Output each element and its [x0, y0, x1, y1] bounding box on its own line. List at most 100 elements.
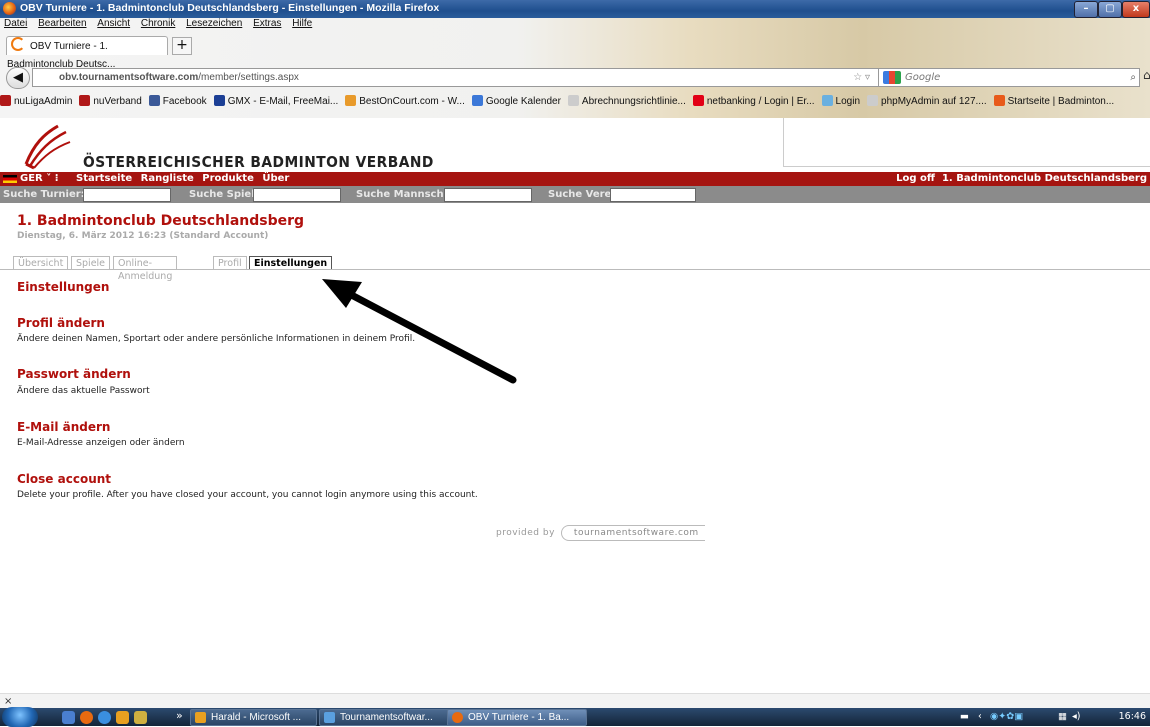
menu-bar: Datei Bearbeiten Ansicht Chronik Lesezei… — [0, 18, 316, 32]
bookmark-item[interactable]: Login — [821, 95, 860, 107]
minimize-button[interactable]: – — [1074, 1, 1098, 18]
bookmark-item[interactable]: Abrechnungsrichtlinie... — [567, 95, 686, 107]
show-desktop-icon[interactable] — [62, 711, 75, 724]
email-aendern-desc: E-Mail-Adresse anzeigen oder ändern — [17, 438, 185, 448]
bookmark-item[interactable]: Google Kalender — [471, 95, 561, 107]
bookmark-icon — [79, 95, 91, 106]
task-outlook-label: Harald - Microsoft ... — [211, 712, 302, 723]
bookmark-item[interactable]: nuVerband — [79, 95, 142, 107]
nav-ueber[interactable]: Über — [262, 173, 289, 184]
back-button[interactable]: ◀ — [6, 67, 30, 89]
language-select[interactable]: GER ˅ ⁝ — [20, 172, 59, 186]
search-spieler-input[interactable] — [253, 188, 341, 202]
tab-strip: OBV Turniere - 1. Badmintonclub Deutsc..… — [0, 33, 1150, 70]
tab-spiele[interactable]: Spiele — [71, 256, 111, 270]
tab-einstellungen[interactable]: Einstellungen — [249, 256, 333, 270]
page-title: 1. Badmintonclub Deutschlandsberg — [17, 213, 305, 229]
bookmark-label: nuVerband — [93, 96, 142, 107]
maximize-button[interactable]: ▢ — [1098, 1, 1122, 18]
bookmark-item[interactable]: nuLigaAdmin — [0, 95, 72, 107]
taskbar: » Harald - Microsoft ... Tournamentsoftw… — [0, 707, 1150, 727]
bookmark-item[interactable]: GMX - E-Mail, FreeMai... — [213, 95, 339, 107]
bookmark-icon — [148, 95, 160, 106]
firefox-quicklaunch-icon[interactable] — [80, 711, 93, 724]
tab-online-anmeldung[interactable]: Online-Anmeldung — [113, 256, 178, 282]
tab-profil[interactable]: Profil — [213, 256, 247, 270]
home-icon[interactable]: ⌂ — [1143, 68, 1150, 82]
bookmark-item[interactable]: BestOnCourt.com - W... — [345, 95, 465, 107]
task-outlook[interactable]: Harald - Microsoft ... — [190, 709, 317, 726]
bookmark-item[interactable]: Startseite | Badminton... — [993, 95, 1115, 107]
ie-quicklaunch-icon[interactable] — [98, 711, 111, 724]
search-mannschaft-input[interactable] — [444, 188, 532, 202]
bookmark-icon — [867, 95, 879, 106]
more-quicklaunch-icon[interactable]: » — [176, 709, 183, 722]
annotation-arrow-icon — [322, 279, 517, 384]
provider-logo[interactable]: tournamentsoftware.com — [560, 525, 705, 541]
email-aendern-link[interactable]: E-Mail ändern — [17, 420, 110, 434]
provided-by-footer: provided by tournamentsoftware.com — [496, 525, 705, 541]
profil-aendern-link[interactable]: Profil ändern — [17, 316, 105, 330]
search-icon[interactable]: ⌕ — [1130, 69, 1136, 86]
window-title: OBV Turniere - 1. Badmintonclub Deutschl… — [20, 2, 440, 14]
close-window-button[interactable]: x — [1122, 1, 1150, 18]
provided-by-label: provided by — [496, 528, 555, 538]
browser-tab-active[interactable]: OBV Turniere - 1. Badmintonclub Deutsc..… — [6, 36, 168, 70]
thunderbird-quicklaunch-icon[interactable] — [116, 711, 129, 724]
bookmark-label: Startseite | Badminton... — [1007, 96, 1115, 107]
settings-heading: Einstellungen — [17, 280, 110, 294]
bookmark-item[interactable]: netbanking / Login | Er... — [692, 95, 815, 107]
task-tournamentsoftware[interactable]: Tournamentsoftwar... — [319, 709, 456, 726]
bookmark-icon — [213, 95, 225, 106]
close-account-link[interactable]: Close account — [17, 472, 111, 486]
url-bar[interactable]: obv.tournamentsoftware.com/member/settin… — [32, 68, 899, 87]
tray-expand-icon[interactable]: ‹ — [978, 708, 982, 726]
new-tab-button[interactable]: + — [172, 37, 192, 55]
url-path: /member/settings.aspx — [198, 72, 299, 83]
search-turnier-input[interactable] — [83, 188, 171, 202]
menu-datei[interactable]: Datei — [4, 18, 27, 29]
tray-apps-icon[interactable]: ◉✦✿▣ — [990, 708, 1023, 726]
nav-produkte[interactable]: Produkte — [202, 173, 254, 184]
tournamentsoftware-icon — [324, 712, 335, 723]
bookmark-item[interactable]: phpMyAdmin auf 127.... — [867, 95, 987, 107]
status-bar: × — [0, 693, 1150, 709]
bookmark-label: Google Kalender — [485, 96, 561, 107]
task-firefox[interactable]: OBV Turniere - 1. Ba... — [447, 709, 587, 726]
logoff-link[interactable]: Log off — [896, 173, 935, 184]
menu-hilfe[interactable]: Hilfe — [292, 18, 312, 29]
network-icon[interactable]: ▦ — [1058, 708, 1067, 726]
bookmark-star-icon[interactable]: ☆ ▿ — [853, 69, 870, 86]
bookmark-icon — [471, 95, 483, 106]
status-close-icon[interactable]: × — [4, 696, 12, 707]
nav-startseite[interactable]: Startseite — [76, 173, 132, 184]
bookmark-icon — [821, 95, 833, 106]
bookmark-label: Facebook — [162, 96, 207, 107]
bookmark-label: GMX - E-Mail, FreeMai... — [227, 96, 339, 107]
nav-rangliste[interactable]: Rangliste — [141, 173, 194, 184]
menu-ansicht[interactable]: Ansicht — [97, 18, 130, 29]
user-link[interactable]: 1. Badmintonclub Deutschlandsberg — [942, 173, 1147, 184]
start-button[interactable] — [2, 707, 38, 727]
firefox-task-icon — [452, 712, 463, 723]
search-verein-input[interactable] — [610, 188, 696, 202]
volume-icon[interactable]: ◂) — [1072, 708, 1080, 726]
main-nav-bar: GER ˅ ⁝ Startseite Rangliste Produkte Üb… — [0, 172, 1150, 186]
keyboard-icon[interactable]: ▬ — [960, 708, 969, 726]
menu-bearbeiten[interactable]: Bearbeiten — [38, 18, 86, 29]
bookmark-label: nuLigaAdmin — [14, 96, 73, 107]
users-quicklaunch-icon[interactable] — [134, 711, 147, 724]
menu-lesezeichen[interactable]: Lesezeichen — [186, 18, 242, 29]
bookmark-icon — [345, 95, 357, 106]
menu-chronik[interactable]: Chronik — [141, 18, 175, 29]
bookmark-item[interactable]: Facebook — [148, 95, 207, 107]
search-input[interactable]: Google ⌕ — [878, 68, 1140, 87]
tabs-divider — [0, 269, 1150, 270]
bookmark-icon — [692, 95, 704, 106]
tab-uebersicht[interactable]: Übersicht — [13, 256, 69, 270]
menu-extras[interactable]: Extras — [253, 18, 281, 29]
header-banner-box — [783, 118, 1150, 167]
back-arrow-icon: ◀ — [13, 70, 23, 85]
task-firefox-label: OBV Turniere - 1. Ba... — [468, 712, 570, 723]
passwort-aendern-link[interactable]: Passwort ändern — [17, 367, 131, 381]
